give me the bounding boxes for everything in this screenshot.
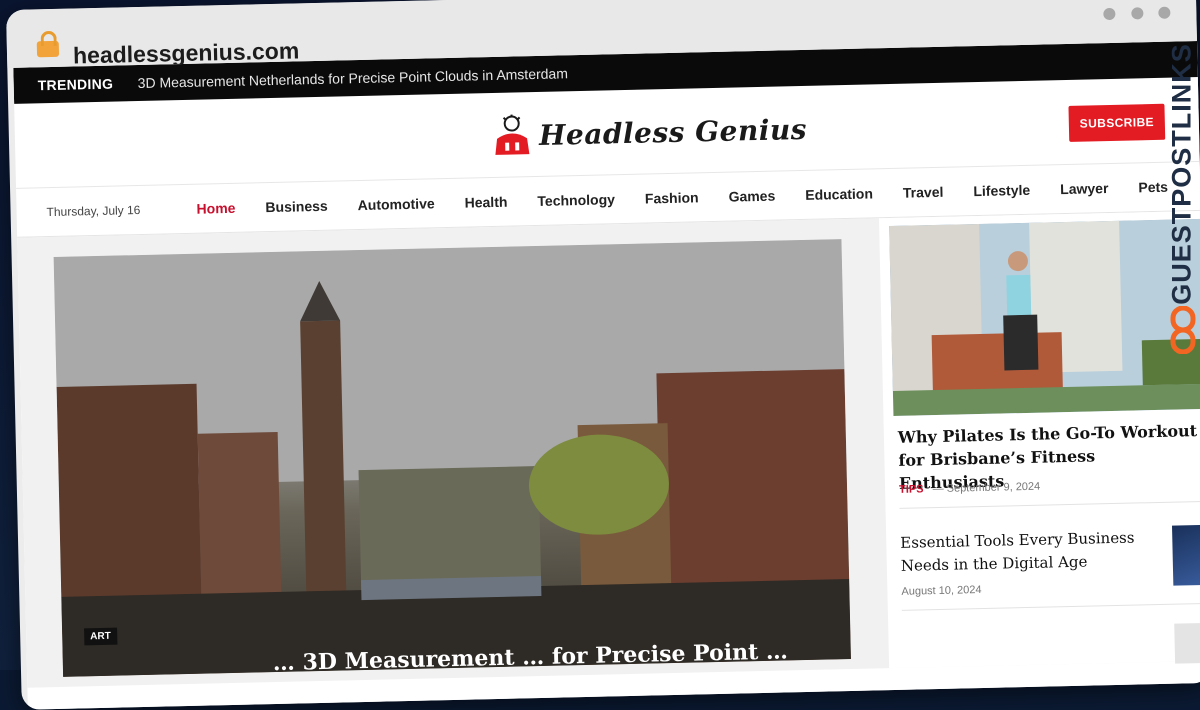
nav-item-travel[interactable]: Travel [903,184,944,201]
article-date: August 10, 2024 [901,584,981,598]
nav-item-education[interactable]: Education [805,185,873,203]
nav-item-lawyer[interactable]: Lawyer [1060,180,1109,197]
link-chain-icon [1168,306,1198,354]
article-thumbnail[interactable] [1174,623,1200,664]
content-area: ART … 3D Measurement … for Precise Point… [17,211,1200,688]
featured-category[interactable]: TIPS [899,483,924,496]
guestpostlinks-watermark: GUESTPOSTLINKS [1166,56,1198,356]
nav-item-technology[interactable]: Technology [537,191,615,209]
nav-item-fashion[interactable]: Fashion [645,189,699,206]
nav-item-business[interactable]: Business [265,198,328,215]
window-dot-icon[interactable] [1103,8,1115,20]
nav-item-health[interactable]: Health [464,194,507,211]
trending-label: TRENDING [14,75,134,94]
divider [900,501,1200,509]
site-logo[interactable]: Headless Genius [491,108,808,157]
window-dot-icon[interactable] [1131,7,1143,19]
hero-article[interactable]: ART … 3D Measurement … for Precise Point… [54,239,851,677]
logo-text: Headless Genius [539,112,808,151]
sidebar: Why Pilates Is the Go-To Workout for Bri… [879,211,1200,668]
divider [902,603,1200,611]
featured-meta: TIPS — September 9, 2024 [899,481,1040,496]
nav-item-lifestyle[interactable]: Lifestyle [973,182,1030,199]
lock-icon [37,41,59,57]
window-dot-icon[interactable] [1158,7,1170,19]
pilates-photo [889,219,1200,416]
subscribe-button[interactable]: SUBSCRIBE [1068,104,1165,142]
window-controls [1092,6,1170,26]
article-title[interactable]: Essential Tools Every Business Needs in … [900,526,1151,578]
article-thumbnail[interactable] [1172,525,1200,586]
web-page: TRENDING 3D Measurement Netherlands for … [13,41,1200,710]
browser-window: headlessgenius.com TRENDING 3D Measureme… [6,0,1200,710]
featured-image[interactable] [889,219,1200,416]
nav-menu: Home Business Automotive Health Technolo… [196,178,1198,217]
hero-image [54,239,851,677]
nav-item-home[interactable]: Home [196,200,235,217]
logo-icon [491,114,534,157]
watermark-text: GUESTPOSTLINKS [1167,43,1198,305]
nav-item-automotive[interactable]: Automotive [357,195,434,213]
nav-item-pets[interactable]: Pets [1138,179,1168,196]
featured-date: — September 9, 2024 [932,481,1040,495]
nav-item-games[interactable]: Games [728,188,775,205]
current-date: Thursday, July 16 [16,202,196,220]
category-badge[interactable]: ART [84,628,117,646]
trending-headline[interactable]: 3D Measurement Netherlands for Precise P… [134,65,569,91]
